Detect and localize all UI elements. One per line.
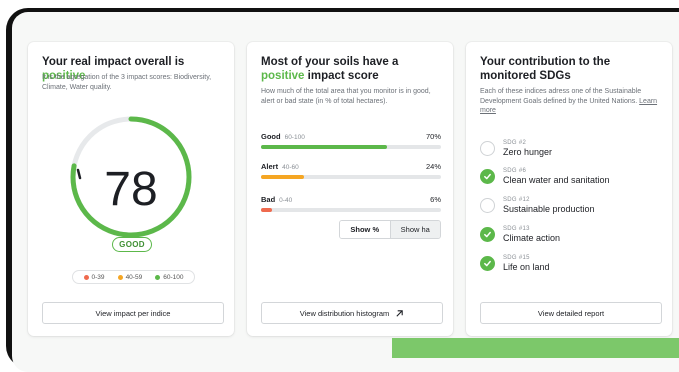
check-icon	[480, 256, 495, 271]
view-impact-button[interactable]: View impact per indice	[42, 302, 224, 324]
sdg-code: SDG #2	[503, 140, 527, 146]
check-icon	[480, 169, 495, 184]
sdg-item: SDG #12 Sustainable production	[480, 197, 595, 214]
sdgs-title: Your contribution to the monitored SDGs	[480, 56, 611, 82]
show-hectares-button[interactable]: Show ha	[389, 221, 440, 238]
dashboard-screen: Your real impact overall is positive It …	[12, 12, 679, 372]
impact-subtitle: It is the agregation of the 3 impact sco…	[42, 74, 212, 91]
legend-item-high: 60-100	[155, 274, 183, 281]
impact-card: Your real impact overall is positive It …	[28, 42, 234, 336]
check-icon	[480, 227, 495, 242]
sdg-item: SDG #6 Clean water and sanitation	[480, 168, 610, 185]
legend-item-low: 0-39	[83, 274, 105, 281]
sdg-name: Life on land	[503, 262, 550, 272]
status-badge: GOOD	[112, 237, 152, 252]
sdg-item: SDG #13 Climate action	[480, 226, 560, 243]
sdgs-subtitle: Each of these indices adress one of the …	[480, 88, 658, 114]
show-percent-button[interactable]: Show %	[340, 221, 390, 238]
sdg-name: Zero hunger	[503, 147, 553, 157]
view-report-button[interactable]: View detailed report	[480, 302, 662, 324]
soils-card: Most of your soils have a positive impac…	[247, 42, 453, 336]
bar-row-bad: Bad 0-40 6%	[261, 195, 441, 212]
impact-score: 78	[104, 163, 158, 216]
sdg-code: SDG #15	[503, 255, 530, 261]
arrow-up-right-icon	[396, 309, 403, 317]
green-decor-block	[392, 338, 679, 358]
score-legend: 0-39 40-59 60-100	[72, 270, 195, 284]
view-histogram-button[interactable]: View distribution histogram	[261, 302, 443, 324]
sdg-name: Clean water and sanitation	[503, 175, 610, 185]
sdg-code: SDG #6	[503, 168, 527, 174]
empty-circle-icon	[480, 141, 495, 156]
sdg-code: SDG #12	[503, 197, 530, 203]
sdg-name: Sustainable production	[503, 204, 595, 214]
sdg-item: SDG #2 Zero hunger	[480, 140, 552, 157]
sdg-name: Climate action	[503, 233, 561, 243]
empty-circle-icon	[480, 198, 495, 213]
soils-subtitle: How much of the total area that you moni…	[261, 88, 431, 105]
sdg-item: SDG #15 Life on land	[480, 255, 550, 272]
unit-toggle: Show % Show ha	[339, 220, 441, 239]
sdgs-card: Your contribution to the monitored SDGs …	[466, 42, 672, 336]
bar-row-good: Good 60-100 70%	[261, 132, 441, 149]
legend-item-mid: 40-59	[117, 274, 142, 281]
soils-title: Most of your soils have a positive impac…	[261, 56, 399, 82]
sdg-code: SDG #13	[503, 226, 530, 232]
bar-row-alert: Alert 40-60 24%	[261, 162, 441, 179]
